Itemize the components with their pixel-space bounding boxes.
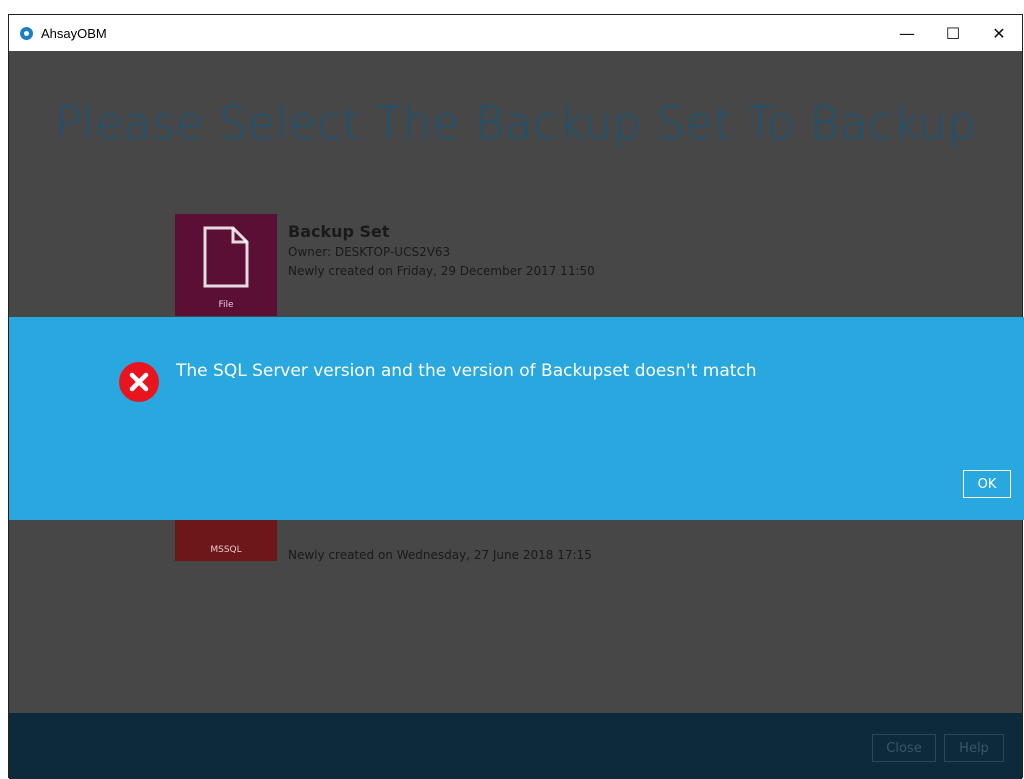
backup-set-name[interactable]: Backup Set bbox=[288, 222, 390, 241]
minimize-button[interactable]: — bbox=[884, 15, 930, 51]
ok-button[interactable]: OK bbox=[963, 470, 1011, 498]
title-bar: AhsayOBM — ☐ ✕ bbox=[9, 15, 1022, 51]
error-message: The SQL Server version and the version o… bbox=[176, 361, 757, 381]
footer-bar: Close Help bbox=[9, 713, 1022, 779]
backup-set-created: Newly created on Friday, 29 December 201… bbox=[288, 264, 595, 278]
file-backup-set-tile[interactable]: File bbox=[175, 214, 277, 316]
tile-type-label: MSSQL bbox=[210, 545, 242, 555]
app-window: AhsayOBM — ☐ ✕ Please Select The Backup … bbox=[8, 14, 1024, 779]
window-title: AhsayOBM bbox=[41, 25, 107, 41]
tile-type-label: File bbox=[218, 300, 234, 310]
error-dialog: The SQL Server version and the version o… bbox=[9, 317, 1024, 520]
help-button[interactable]: Help bbox=[944, 734, 1004, 762]
x-mark-icon bbox=[129, 372, 149, 392]
maximize-button[interactable]: ☐ bbox=[930, 15, 976, 51]
page-title: Please Select The Backup Set To Backup bbox=[54, 97, 977, 150]
file-icon bbox=[203, 226, 249, 288]
ahsay-logo-icon bbox=[20, 26, 33, 40]
backup-set-created: Newly created on Wednesday, 27 June 2018… bbox=[288, 548, 592, 562]
window-controls: — ☐ ✕ bbox=[884, 15, 1022, 51]
error-icon bbox=[119, 362, 159, 402]
close-button[interactable]: Close bbox=[872, 734, 936, 762]
backup-set-owner: Owner: DESKTOP-UCS2V63 bbox=[288, 245, 451, 259]
close-window-button[interactable]: ✕ bbox=[976, 15, 1022, 51]
